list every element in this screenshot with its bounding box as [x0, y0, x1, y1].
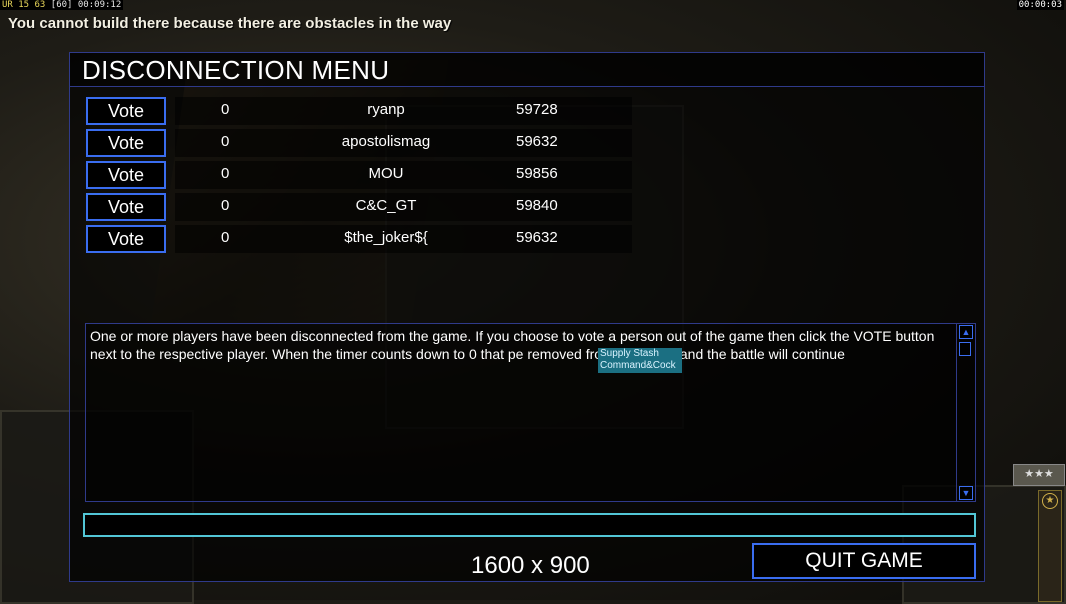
player-row: Vote 0 apostolismag 59632: [86, 129, 633, 157]
scroll-up-icon[interactable]: ▲: [959, 325, 973, 339]
vote-button[interactable]: Vote: [86, 193, 166, 221]
player-vote-count: 0: [221, 165, 230, 182]
debug-stats: UR 15 63 [60] 00:09:12: [0, 0, 124, 10]
player-ping: 59728: [516, 101, 558, 118]
player-name: apostolismag: [341, 133, 431, 150]
star-icon: ★: [1042, 493, 1058, 509]
system-message: You cannot build there because there are…: [8, 15, 452, 32]
vote-button[interactable]: Vote: [86, 225, 166, 253]
quit-game-button[interactable]: QUIT GAME: [752, 543, 976, 579]
scrollbar-thumb[interactable]: [959, 342, 971, 356]
player-row: Vote 0 ryanp 59728: [86, 97, 633, 125]
player-name: MOU: [368, 165, 404, 182]
chat-input[interactable]: [83, 513, 976, 537]
debug-stats-time: 00:09:12: [77, 0, 122, 10]
player-row: Vote 0 $the_joker${ 59632: [86, 225, 633, 253]
player-ping: 59632: [516, 133, 558, 150]
rank-stars-badge[interactable]: ★★★: [1013, 464, 1065, 486]
player-ping: 59856: [516, 165, 558, 182]
vote-button[interactable]: Vote: [86, 97, 166, 125]
disconnection-dialog: DISCONNECTION MENU Vote 0 ryanp 59728 Vo…: [69, 52, 985, 582]
vote-button[interactable]: Vote: [86, 161, 166, 189]
player-vote-count: 0: [221, 101, 230, 118]
dialog-title-bar: DISCONNECTION MENU: [70, 53, 984, 87]
debug-stats-prefix: UR 15 63: [2, 0, 46, 10]
tooltip-line-2: Command&Cock: [600, 360, 676, 371]
player-vote-count: 0: [221, 229, 230, 246]
player-row: Vote 0 C&C_GT 59840: [86, 193, 633, 221]
disconnect-message-text: One or more players have been disconnect…: [90, 328, 935, 362]
resolution-label: 1600 x 900: [471, 552, 590, 579]
rank-gauge: ★: [1038, 490, 1062, 602]
scroll-down-icon[interactable]: ▼: [959, 486, 973, 500]
player-name: ryanp: [367, 101, 405, 118]
message-scrollbar[interactable]: ▲ ▼: [956, 324, 975, 501]
player-name: C&C_GT: [355, 197, 417, 214]
player-vote-count: 0: [221, 133, 230, 150]
game-clock: 00:00:03: [1016, 0, 1064, 10]
object-tooltip: Supply Stash Command&Cock: [598, 348, 682, 373]
player-ping: 59840: [516, 197, 558, 214]
disconnect-message-box[interactable]: One or more players have been disconnect…: [85, 323, 976, 502]
player-row: Vote 0 MOU 59856: [86, 161, 633, 189]
vote-button[interactable]: Vote: [86, 129, 166, 157]
tooltip-line-1: Supply Stash: [600, 348, 659, 359]
player-ping: 59632: [516, 229, 558, 246]
debug-stats-fps: [60]: [50, 0, 73, 10]
dialog-title: DISCONNECTION MENU: [82, 55, 390, 85]
player-name: $the_joker${: [344, 229, 428, 246]
player-vote-count: 0: [221, 197, 230, 214]
